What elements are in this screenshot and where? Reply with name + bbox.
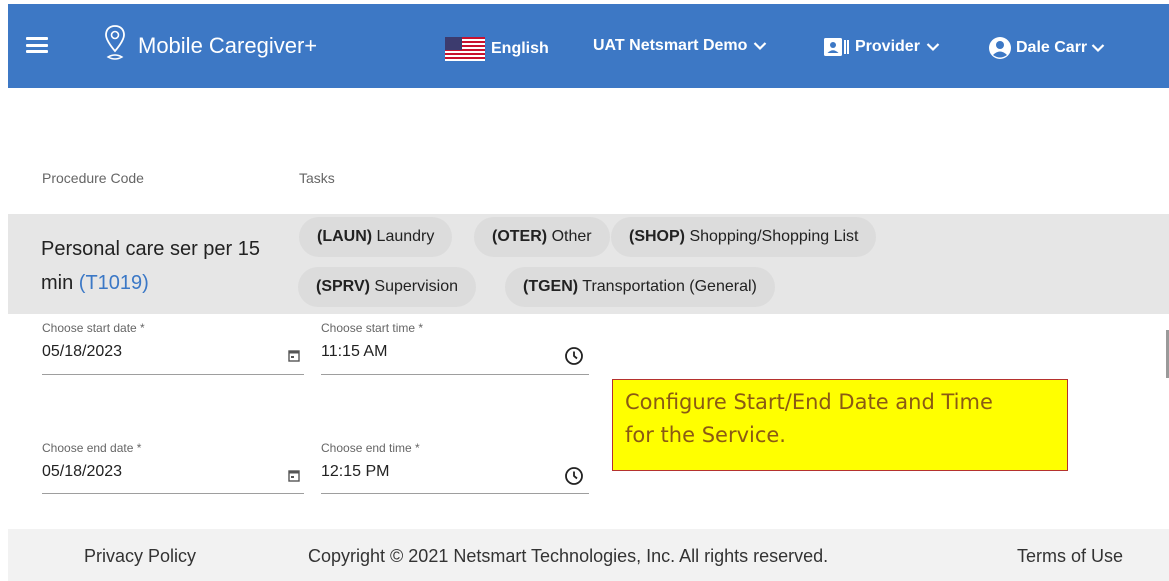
start-time-label: Choose start time * bbox=[321, 321, 424, 335]
chevron-down-icon bbox=[1091, 44, 1105, 53]
task-chip-supervision: (SPRV) Supervision bbox=[298, 267, 476, 307]
role-label: Provider bbox=[855, 38, 920, 55]
start-date-field[interactable]: Choose start date * bbox=[42, 321, 304, 375]
procedure-row: Personal care ser per 15 min (T1019) (LA… bbox=[8, 214, 1169, 314]
task-name: Shopping/Shopping List bbox=[689, 228, 859, 245]
start-date-underline bbox=[42, 374, 304, 375]
hamburger-menu-icon[interactable] bbox=[26, 34, 48, 56]
start-date-input[interactable] bbox=[42, 343, 242, 361]
location-pin-icon bbox=[105, 25, 125, 60]
task-name: Transportation (General) bbox=[582, 278, 757, 295]
procedure-code-link[interactable]: (T1019) bbox=[79, 272, 149, 294]
start-time-field[interactable]: Choose start time * bbox=[321, 321, 589, 375]
account-circle-icon bbox=[989, 37, 1011, 59]
calendar-icon[interactable] bbox=[288, 469, 300, 482]
end-date-input[interactable] bbox=[42, 463, 242, 481]
user-name: Dale Carr bbox=[1016, 39, 1088, 56]
task-chip-shopping: (SHOP) Shopping/Shopping List bbox=[611, 217, 877, 257]
language-selector[interactable]: English bbox=[445, 37, 549, 61]
procedure-code-header: Procedure Code bbox=[42, 170, 144, 186]
procedure-name-text: Personal care ser per 15 min bbox=[41, 238, 261, 294]
task-code: (TGEN) bbox=[523, 278, 579, 295]
contact-card-icon bbox=[824, 38, 849, 56]
task-chip-other: (OTER) Other bbox=[474, 217, 610, 257]
task-code: (SHOP) bbox=[629, 228, 685, 245]
chevron-down-icon bbox=[754, 42, 767, 51]
task-code: (OTER) bbox=[492, 228, 548, 245]
task-name: Laundry bbox=[376, 228, 435, 245]
app-header: Mobile Caregiver+ English UAT Netsmart D… bbox=[8, 4, 1169, 88]
procedure-name: Personal care ser per 15 min (T1019) bbox=[41, 232, 296, 300]
end-time-input[interactable] bbox=[321, 463, 521, 481]
page-footer: Privacy Policy Copyright © 2021 Netsmart… bbox=[8, 529, 1169, 581]
end-time-field[interactable]: Choose end time * bbox=[321, 441, 589, 494]
clock-icon[interactable] bbox=[564, 466, 584, 486]
end-date-underline bbox=[42, 493, 304, 494]
task-code: (LAUN) bbox=[317, 228, 373, 245]
privacy-policy-link[interactable]: Privacy Policy bbox=[84, 546, 196, 567]
organization-label: UAT Netsmart Demo bbox=[593, 37, 748, 54]
us-flag-icon bbox=[445, 37, 485, 61]
start-time-input[interactable] bbox=[321, 343, 521, 361]
organization-dropdown[interactable]: UAT Netsmart Demo bbox=[593, 37, 767, 55]
user-menu[interactable]: Dale Carr bbox=[988, 36, 1105, 60]
start-date-label: Choose start date * bbox=[42, 321, 145, 335]
chevron-down-icon bbox=[926, 43, 940, 52]
task-chip-transportation: (TGEN) Transportation (General) bbox=[505, 267, 775, 307]
instruction-callout: Configure Start/End Date and Time for th… bbox=[612, 379, 1068, 471]
calendar-icon[interactable] bbox=[288, 349, 300, 362]
callout-line-2: for the Service. bbox=[625, 423, 786, 447]
clock-icon[interactable] bbox=[564, 346, 584, 366]
end-date-label: Choose end date * bbox=[42, 441, 142, 455]
end-time-underline bbox=[321, 493, 589, 494]
terms-of-use-link[interactable]: Terms of Use bbox=[1017, 546, 1123, 567]
tasks-header: Tasks bbox=[299, 170, 335, 186]
copyright-text: Copyright © 2021 Netsmart Technologies, … bbox=[308, 546, 829, 566]
task-chip-laundry: (LAUN) Laundry bbox=[299, 217, 453, 257]
end-time-label: Choose end time * bbox=[321, 441, 420, 455]
callout-line-1: Configure Start/End Date and Time bbox=[625, 390, 993, 414]
task-name: Supervision bbox=[374, 278, 458, 295]
task-name: Other bbox=[551, 228, 592, 245]
language-label: English bbox=[491, 40, 549, 57]
role-dropdown[interactable]: Provider bbox=[823, 37, 940, 57]
end-date-field[interactable]: Choose end date * bbox=[42, 441, 304, 494]
app-title: Mobile Caregiver+ bbox=[138, 33, 318, 58]
start-time-underline bbox=[321, 374, 589, 375]
task-code: (SPRV) bbox=[316, 278, 370, 295]
